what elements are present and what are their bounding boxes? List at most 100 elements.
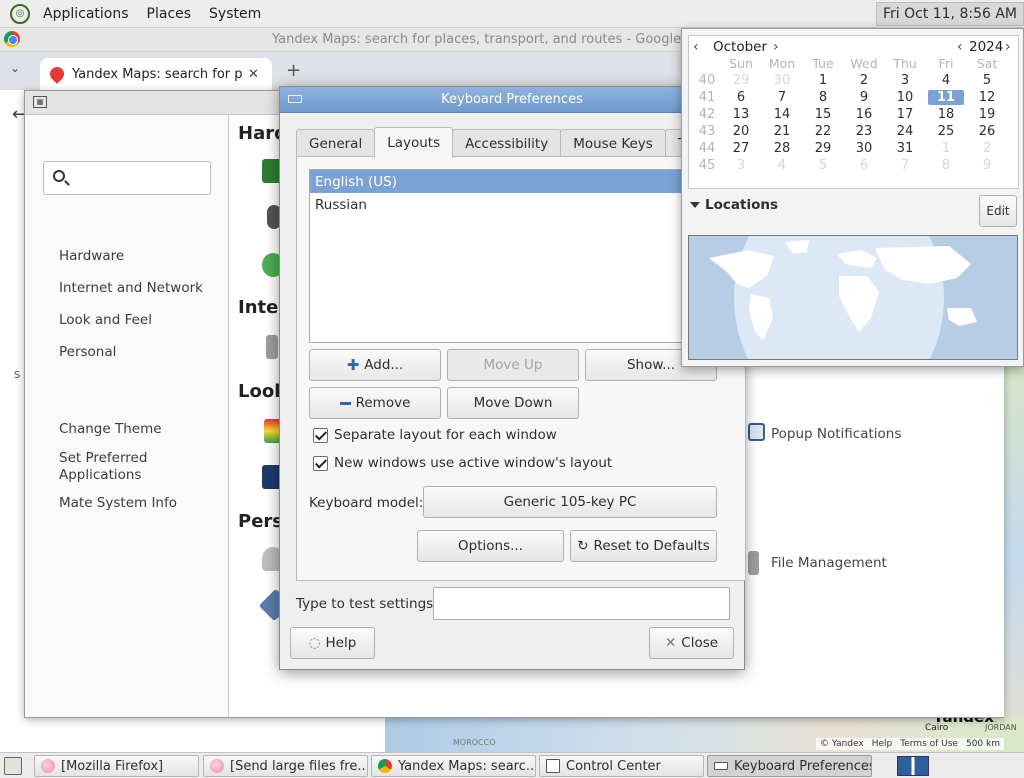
- separate-layout-checkbox[interactable]: Separate layout for each window: [313, 427, 557, 443]
- move-down-button[interactable]: Move Down: [447, 387, 579, 419]
- tab-search-chevron-icon[interactable]: ⌄: [10, 61, 20, 75]
- sidebar-item-personal[interactable]: Personal: [59, 344, 116, 360]
- calendar-day[interactable]: 4: [928, 73, 964, 88]
- reset-to-defaults-button[interactable]: ↻ Reset to Defaults: [570, 530, 717, 562]
- new-windows-layout-checkbox[interactable]: New windows use active window's layout: [313, 455, 612, 471]
- task-control-center[interactable]: Control Center: [539, 755, 704, 777]
- task-send-large-files[interactable]: [Send large files fre...: [203, 755, 368, 777]
- calendar-year[interactable]: 2024: [969, 39, 1003, 55]
- panel-clock[interactable]: Fri Oct 11, 8:56 AM: [875, 2, 1024, 26]
- calendar-day[interactable]: 9: [846, 90, 882, 105]
- popup-notifications-label[interactable]: Popup Notifications: [771, 426, 901, 442]
- calendar-day[interactable]: 23: [846, 124, 882, 139]
- show-desktop-icon[interactable]: [4, 757, 22, 775]
- keyboard-model-button[interactable]: Generic 105-key PC: [423, 486, 717, 518]
- calendar-day[interactable]: 28: [764, 141, 800, 156]
- popup-notifications-icon[interactable]: [748, 423, 765, 441]
- edit-locations-button[interactable]: Edit: [979, 195, 1017, 227]
- calendar-day[interactable]: 22: [805, 124, 841, 139]
- task-mate-system-info[interactable]: Mate System Info: [59, 495, 177, 511]
- mate-logo-icon[interactable]: ◎: [10, 3, 30, 24]
- add-layout-button[interactable]: ✚ Add...: [309, 349, 441, 381]
- map-right-edge[interactable]: [1004, 360, 1024, 752]
- keyboard-preferences-titlebar[interactable]: Keyboard Preferences: [280, 87, 744, 113]
- help-button[interactable]: ◌ Help: [290, 627, 375, 659]
- calendar-day[interactable]: 30: [846, 141, 882, 156]
- calendar-day[interactable]: 5: [969, 73, 1005, 88]
- chrome-tab-yandex[interactable]: Yandex Maps: search for places, transpor…: [40, 58, 272, 90]
- calendar-day[interactable]: 30: [764, 73, 800, 88]
- calendar-day[interactable]: 20: [723, 124, 759, 139]
- calendar-day[interactable]: 18: [928, 107, 964, 122]
- sidebar-item-internet-network[interactable]: Internet and Network: [59, 280, 203, 296]
- map-copyright[interactable]: © Yandex: [820, 739, 864, 749]
- locations-expander[interactable]: Locations: [690, 197, 778, 213]
- new-tab-plus-icon[interactable]: +: [286, 60, 301, 81]
- task-keyboard-preferences[interactable]: Keyboard Preferences: [707, 755, 872, 777]
- file-management-label[interactable]: File Management: [771, 555, 887, 571]
- applications-menu[interactable]: Applications: [34, 6, 138, 22]
- calendar-today[interactable]: 11: [928, 90, 964, 105]
- calendar-day[interactable]: 4: [764, 158, 800, 173]
- calendar-day[interactable]: 21: [764, 124, 800, 139]
- calendar-day[interactable]: 24: [887, 124, 923, 139]
- calendar-month[interactable]: October: [713, 39, 767, 55]
- workspace-switcher[interactable]: [897, 756, 929, 776]
- calendar-day[interactable]: 3: [723, 158, 759, 173]
- calendar-day[interactable]: 17: [887, 107, 923, 122]
- calendar-day[interactable]: 7: [764, 90, 800, 105]
- calendar-day[interactable]: 2: [969, 141, 1005, 156]
- calendar-day[interactable]: 31: [887, 141, 923, 156]
- calendar-day[interactable]: 7: [887, 158, 923, 173]
- prev-year-chevron-icon[interactable]: ‹: [957, 39, 963, 55]
- calendar-day[interactable]: 6: [846, 158, 882, 173]
- calendar-day[interactable]: 27: [723, 141, 759, 156]
- calendar-day[interactable]: 9: [969, 158, 1005, 173]
- calendar-day[interactable]: 16: [846, 107, 882, 122]
- close-button[interactable]: ✕ Close: [649, 627, 734, 659]
- map-help-link[interactable]: Help: [872, 739, 893, 749]
- calendar-day[interactable]: 15: [805, 107, 841, 122]
- sidebar-item-hardware[interactable]: Hardware: [59, 248, 124, 264]
- calendar-day[interactable]: 12: [969, 90, 1005, 105]
- sidebar-item-look-feel[interactable]: Look and Feel: [59, 312, 152, 328]
- calendar-day[interactable]: 13: [723, 107, 759, 122]
- calendar-day[interactable]: 25: [928, 124, 964, 139]
- places-menu[interactable]: Places: [138, 6, 201, 22]
- calendar-day[interactable]: 1: [928, 141, 964, 156]
- calendar-day[interactable]: 10: [887, 90, 923, 105]
- calendar-day[interactable]: 29: [805, 141, 841, 156]
- tab-accessibility[interactable]: Accessibility: [452, 129, 562, 158]
- calendar-day[interactable]: 14: [764, 107, 800, 122]
- checkbox-checked-icon[interactable]: [313, 427, 328, 443]
- system-menu[interactable]: System: [200, 6, 270, 22]
- calendar-day[interactable]: 6: [723, 90, 759, 105]
- calendar-day[interactable]: 5: [805, 158, 841, 173]
- prev-month-chevron-icon[interactable]: ‹: [693, 39, 699, 55]
- calendar-day[interactable]: 3: [887, 73, 923, 88]
- next-month-chevron-icon[interactable]: ›: [773, 39, 779, 55]
- tab-layouts[interactable]: Layouts: [374, 127, 454, 158]
- control-center-search-input[interactable]: [43, 161, 211, 195]
- task-set-preferred-applications[interactable]: Set Preferred Applications: [59, 450, 169, 484]
- task-change-theme[interactable]: Change Theme: [59, 421, 162, 437]
- tab-general[interactable]: General: [296, 129, 376, 158]
- calendar-day[interactable]: 8: [805, 90, 841, 105]
- calendar-day[interactable]: 2: [846, 73, 882, 88]
- checkbox-checked-icon[interactable]: [313, 455, 328, 471]
- task-yandex-maps[interactable]: Yandex Maps: searc...: [371, 755, 536, 777]
- remove-layout-button[interactable]: Remove: [309, 387, 441, 419]
- options-button[interactable]: Options...: [417, 530, 564, 562]
- calendar-day[interactable]: 1: [805, 73, 841, 88]
- test-settings-input[interactable]: [433, 587, 730, 620]
- close-tab-icon[interactable]: ✕: [248, 67, 259, 82]
- task-firefox[interactable]: [Mozilla Firefox]: [34, 755, 199, 777]
- tab-mouse-keys[interactable]: Mouse Keys: [560, 129, 666, 158]
- file-management-icon[interactable]: [748, 551, 759, 575]
- calendar-day[interactable]: 26: [969, 124, 1005, 139]
- calendar-day[interactable]: 29: [723, 73, 759, 88]
- next-year-chevron-icon[interactable]: ›: [1005, 39, 1011, 55]
- network-proxy-icon[interactable]: [266, 335, 278, 359]
- map-terms-link[interactable]: Terms of Use: [900, 739, 958, 749]
- calendar-day[interactable]: 8: [928, 158, 964, 173]
